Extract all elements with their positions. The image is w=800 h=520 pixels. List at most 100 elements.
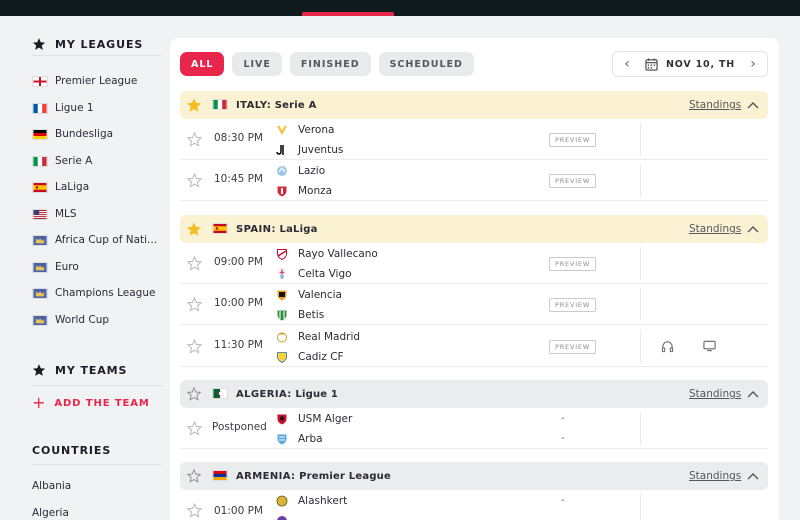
away-team: Arba: [276, 433, 323, 445]
star-filled-icon[interactable]: [186, 221, 202, 237]
standings-link[interactable]: Standings: [689, 388, 741, 400]
filter-finished[interactable]: FINISHED: [289, 52, 371, 76]
match-row[interactable]: 11:30 PM Real Madrid Cadiz CF PREVIEW: [180, 326, 768, 367]
preview-button[interactable]: PREVIEW: [549, 340, 597, 354]
sidebar-item-champions-league[interactable]: Champions League: [32, 284, 162, 302]
team-crest-icon: [277, 126, 287, 135]
match-row[interactable]: 10:00 PM Valencia Betis PREVIEW: [180, 284, 768, 325]
sidebar-item-euro[interactable]: Euro: [32, 258, 162, 276]
league-header-premier-league-armenia[interactable]: ARMENIA: Premier League Standings: [180, 462, 768, 490]
tv-icon[interactable]: [703, 340, 716, 352]
match-time: 11:30 PM: [214, 339, 263, 351]
headphones-icon[interactable]: [661, 340, 674, 353]
world-flag-icon: [32, 261, 48, 273]
spain-flag-icon: [212, 223, 228, 234]
sidebar-item-mls[interactable]: MLS: [32, 205, 162, 223]
standings-link[interactable]: Standings: [689, 99, 741, 111]
chevron-left-icon[interactable]: ‹: [621, 56, 633, 72]
sidebar-item-label: MLS: [55, 208, 77, 220]
team-name: Rayo Vallecano: [298, 248, 378, 260]
away-team: Monza: [276, 185, 332, 197]
star-outline-icon[interactable]: [186, 172, 203, 189]
home-team: USM Alger: [276, 413, 352, 425]
sidebar-item-bundesliga[interactable]: Bundesliga: [32, 125, 162, 143]
italy-flag-icon: [32, 155, 48, 167]
star-icon: [32, 364, 46, 376]
standings-link[interactable]: Standings: [689, 470, 741, 482]
star-outline-icon[interactable]: [186, 420, 203, 437]
chevron-up-icon[interactable]: [746, 223, 760, 235]
calendar-icon: [645, 57, 658, 71]
match-row[interactable]: 10:45 PM Lazio Monza PREVIEW: [180, 160, 768, 201]
star-outline-icon[interactable]: [186, 131, 203, 148]
home-team: Rayo Vallecano: [276, 248, 378, 260]
star-outline-icon[interactable]: [186, 296, 203, 313]
sidebar-item-ligue-1[interactable]: Ligue 1: [32, 99, 162, 117]
away-team: Juventus: [276, 144, 343, 156]
country-item-algeria[interactable]: Algeria: [32, 507, 69, 519]
team-name: Arba: [298, 433, 323, 445]
match-time: 01:00 PM: [214, 505, 263, 517]
preview-button[interactable]: PREVIEW: [549, 133, 597, 147]
match-row[interactable]: 08:30 PM Verona Juventus PREVIEW: [180, 119, 768, 160]
date-picker: ‹ NOV 10, TH ›: [612, 51, 768, 77]
star-outline-icon[interactable]: [186, 468, 202, 484]
country-item-albania[interactable]: Albania: [32, 480, 71, 492]
sidebar-item-label: Euro: [55, 261, 79, 273]
home-team: Valencia: [276, 289, 342, 301]
star-filled-icon[interactable]: [186, 97, 202, 113]
sidebar-item-serie-a[interactable]: Serie A: [32, 152, 162, 170]
my-leagues-header: MY LEAGUES: [32, 37, 143, 51]
standings-link[interactable]: Standings: [689, 223, 741, 235]
team-crest-icon: [277, 352, 287, 363]
team-crest-icon: [279, 269, 285, 279]
away-team: Betis: [276, 309, 324, 321]
divider: [32, 385, 162, 386]
league-header-laliga[interactable]: SPAIN: LaLiga Standings: [180, 215, 768, 243]
league-country: ARMENIA:: [236, 470, 296, 482]
add-team-button[interactable]: + ADD THE TEAM: [32, 395, 150, 411]
germany-flag-icon: [32, 128, 48, 140]
home-team: Alashkert: [276, 495, 347, 507]
spain-flag-icon: [32, 181, 48, 193]
home-score: -: [561, 495, 565, 506]
filter-live[interactable]: LIVE: [232, 52, 282, 76]
team-name: Cadiz CF: [298, 351, 344, 363]
team-name: Celta Vigo: [298, 268, 352, 280]
team-crest-icon: [277, 166, 287, 176]
match-time: 09:00 PM: [214, 256, 263, 268]
star-outline-icon[interactable]: [186, 502, 203, 519]
divider: [32, 464, 162, 465]
star-outline-icon[interactable]: [186, 338, 203, 355]
sidebar-item-premier-league[interactable]: Premier League: [32, 72, 162, 90]
league-header-serie-a[interactable]: ITALY: Serie A Standings: [180, 91, 768, 119]
sidebar-item-label: Africa Cup of Nati...: [55, 234, 158, 246]
sidebar-item-laliga[interactable]: LaLiga: [32, 178, 162, 196]
match-row[interactable]: 01:00 PM Alashkert -: [180, 490, 768, 520]
chevron-up-icon[interactable]: [746, 99, 760, 111]
world-flag-icon: [32, 287, 48, 299]
date-label: NOV 10, TH: [666, 58, 735, 70]
sidebar-item-label: Champions League: [55, 287, 156, 299]
date-display[interactable]: NOV 10, TH: [645, 57, 735, 71]
match-row[interactable]: Postponed USM Alger Arba - -: [180, 408, 768, 449]
preview-button[interactable]: PREVIEW: [549, 257, 597, 271]
chevron-up-icon[interactable]: [746, 470, 760, 482]
chevron-up-icon[interactable]: [746, 388, 760, 400]
star-outline-icon[interactable]: [186, 386, 202, 402]
divider: [640, 164, 641, 197]
star-outline-icon[interactable]: [186, 255, 203, 272]
home-team: Real Madrid: [276, 331, 360, 343]
filter-all[interactable]: ALL: [180, 52, 225, 76]
team-crest-icon: [277, 290, 287, 301]
sidebar-item-world-cup[interactable]: World Cup: [32, 311, 162, 329]
star-icon: [32, 38, 46, 50]
france-flag-icon: [32, 102, 48, 114]
league-header-ligue-1-algeria[interactable]: ALGERIA: Ligue 1 Standings: [180, 380, 768, 408]
filter-scheduled[interactable]: SCHEDULED: [378, 52, 474, 76]
preview-button[interactable]: PREVIEW: [549, 174, 597, 188]
chevron-right-icon[interactable]: ›: [747, 56, 759, 72]
sidebar-item-africa-cup[interactable]: Africa Cup of Nati...: [32, 231, 162, 249]
preview-button[interactable]: PREVIEW: [549, 298, 597, 312]
match-row[interactable]: 09:00 PM Rayo Vallecano Celta Vigo PREVI…: [180, 243, 768, 284]
